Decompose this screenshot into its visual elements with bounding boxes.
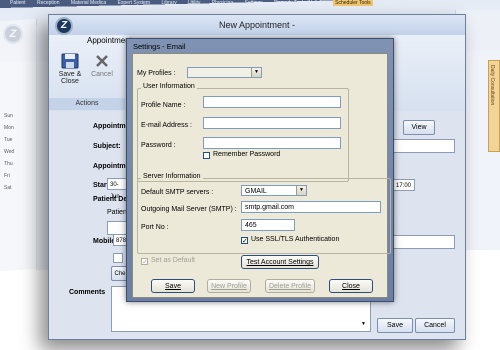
email-address-label: E-mail Address : [141, 122, 192, 129]
menu-item-library[interactable]: Library [161, 0, 176, 6]
close-label: Close [342, 283, 360, 290]
my-profiles-label: My Profiles : [137, 70, 176, 77]
ssl-tls-label: Use SSL/TLS Authentication [251, 236, 340, 243]
view-button[interactable]: View [403, 120, 435, 135]
day-label: Mon [4, 125, 14, 131]
ribbon-group-actions: Actions [49, 98, 125, 110]
port-label: Port No : [141, 224, 169, 231]
new-profile-button[interactable]: New Profile [207, 279, 251, 293]
remember-password-checkbox[interactable] [203, 152, 210, 159]
outgoing-server-value: smtp.gmail.com [245, 204, 295, 211]
outgoing-server-input[interactable]: smtp.gmail.com [241, 201, 381, 213]
settings-email-dialog: Settings - Email My Profiles : ▼ User In… [126, 38, 394, 302]
start-time-value: 17:00 [396, 183, 412, 189]
appointment-checkbox[interactable] [113, 253, 123, 263]
set-default-label: Set as Default [151, 257, 195, 264]
comments-label: Comments [69, 289, 106, 296]
appointment-title-bar: New Appointment - [49, 15, 465, 36]
close-x-icon [96, 55, 108, 67]
menu-item-scheduler-tools[interactable]: Scheduler Tools [333, 0, 373, 6]
port-value: 465 [245, 222, 257, 229]
remember-password-label: Remember Password [213, 151, 281, 158]
day-label: Fri [4, 173, 10, 179]
save-close-button[interactable]: Save & Close [55, 53, 85, 85]
profile-name-input[interactable] [203, 96, 341, 108]
start-date-input[interactable]: 30-Jun [107, 178, 127, 200]
day-label: Sun [4, 113, 13, 119]
email-address-input[interactable] [203, 117, 341, 129]
background-day-list: Sun Mon Tue Wed Thu Fri Sat [4, 110, 34, 194]
chevron-down-icon: ▼ [251, 68, 261, 77]
my-profiles-dropdown[interactable]: ▼ [187, 67, 262, 78]
checkmark-icon: ✓ [242, 238, 248, 245]
check-button-label: Che [114, 271, 126, 277]
password-input[interactable] [203, 137, 341, 149]
save-button[interactable]: Save [377, 318, 413, 333]
new-profile-label: New Profile [211, 283, 247, 290]
daily-consultation-tab[interactable]: Daily Consultation [488, 60, 500, 152]
delete-profile-button[interactable]: Delete Profile [265, 279, 315, 293]
save-close-label-2: Close [61, 78, 79, 85]
day-label: Tue [4, 137, 13, 143]
cancel-ribbon-button[interactable]: Cancel [89, 53, 115, 78]
default-smtp-dropdown[interactable]: GMAIL ▼ [241, 185, 307, 196]
user-information-title: User Information [141, 83, 197, 90]
mobile-input[interactable]: 878 [113, 234, 127, 246]
test-account-settings-label: Test Account Settings [246, 259, 314, 266]
menu-item-materia-medica[interactable]: Material Medica [71, 0, 106, 6]
chevron-down-icon[interactable]: ▼ [361, 321, 366, 327]
menu-item-patient[interactable]: Patient [10, 0, 26, 6]
menu-item-utility[interactable]: Utility [188, 0, 200, 6]
default-smtp-label: Default SMTP servers : [141, 189, 214, 196]
port-input[interactable]: 465 [241, 219, 295, 231]
subject-label: Subject: [93, 143, 121, 150]
mobile-value: 878 [116, 238, 127, 244]
appointment-window-title: New Appointment - [218, 20, 296, 30]
server-information-title: Server Information [141, 173, 203, 180]
start-time-input[interactable]: 17:00 [393, 179, 415, 191]
dialog-title: Settings - Email [133, 42, 186, 51]
default-smtp-value: GMAIL [245, 188, 267, 195]
menu-item-physician[interactable]: Physician [212, 0, 233, 6]
cancel-button[interactable]: Cancel [415, 318, 455, 333]
ssl-tls-checkbox[interactable]: ✓ [241, 237, 248, 245]
close-button[interactable]: Close [329, 279, 373, 293]
menu-item-reception[interactable]: Reception [37, 0, 60, 6]
background-menu-bar: Patient Reception Material Medica Expert… [0, 0, 500, 8]
test-account-settings-button[interactable]: Test Account Settings [241, 255, 319, 269]
extra-input[interactable] [393, 235, 455, 249]
save-label: Save [165, 283, 181, 290]
menu-item-expert-system[interactable]: Expert System [118, 0, 151, 6]
set-default-checkbox[interactable]: ✓ [141, 258, 148, 266]
delete-profile-label: Delete Profile [268, 283, 312, 290]
daily-consultation-label: Daily Consultation [489, 65, 495, 106]
chevron-down-icon: ▼ [296, 186, 306, 195]
day-label: Sat [4, 185, 12, 191]
floppy-disk-icon [61, 53, 79, 69]
save-button[interactable]: Save [151, 279, 195, 293]
subject-input[interactable] [393, 139, 455, 153]
menu-item-remedy-tools[interactable]: Remedy Tools (Hello) [274, 0, 322, 6]
dialog-client-area: My Profiles : ▼ User Information Profile… [132, 53, 391, 298]
menu-item-settings[interactable]: Settings [245, 0, 263, 6]
appointment-logo-icon[interactable]: Z [55, 17, 73, 35]
menu-item-style[interactable]: Style [384, 0, 395, 6]
save-close-label-1: Save & [58, 71, 82, 78]
profile-name-label: Profile Name : [141, 102, 186, 109]
password-label: Password : [141, 142, 176, 149]
day-label: Thu [4, 161, 13, 167]
checkmark-icon: ✓ [142, 259, 148, 266]
cancel-ribbon-label: Cancel [91, 71, 113, 78]
outgoing-server-label: Outgoing Mail Server (SMTP) : [141, 206, 237, 213]
day-label: Wed [4, 149, 15, 155]
